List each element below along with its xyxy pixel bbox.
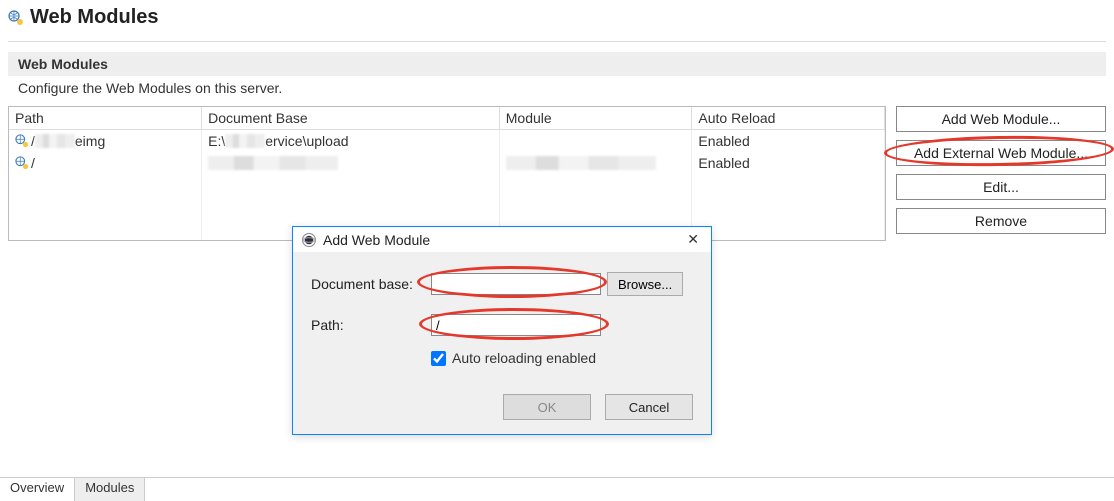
table-row[interactable]: /eimgE:\ervice\uploadEnabled	[9, 130, 885, 153]
browse-button[interactable]: Browse...	[607, 272, 683, 296]
col-module[interactable]: Module	[499, 107, 692, 130]
dialog-titlebar[interactable]: Add Web Module ✕	[293, 227, 711, 252]
table-row[interactable]	[9, 196, 885, 218]
col-docbase[interactable]: Document Base	[202, 107, 500, 130]
eclipse-icon	[301, 232, 317, 248]
table-header-row: Path Document Base Module Auto Reload	[9, 107, 885, 130]
cancel-button[interactable]: Cancel	[605, 394, 693, 420]
col-path[interactable]: Path	[9, 107, 202, 130]
table-row[interactable]: /Enabled	[9, 152, 885, 174]
footer-tabs: Overview Modules	[0, 477, 1114, 501]
section-description: Configure the Web Modules on this server…	[8, 76, 1106, 106]
section-header: Web Modules	[8, 52, 1106, 76]
add-web-module-dialog: Add Web Module ✕ Document base: Browse..…	[292, 226, 712, 435]
modules-table: Path Document Base Module Auto Reload /e…	[8, 106, 886, 241]
table-row[interactable]	[9, 174, 885, 196]
tab-overview[interactable]: Overview	[0, 478, 75, 501]
docbase-input[interactable]	[431, 273, 601, 295]
docbase-label: Document base:	[311, 276, 431, 292]
add-external-web-module-button[interactable]: Add External Web Module...	[896, 140, 1106, 166]
remove-button[interactable]: Remove	[896, 208, 1106, 234]
divider	[8, 41, 1106, 42]
auto-reload-label: Auto reloading enabled	[452, 350, 596, 366]
path-input[interactable]	[431, 314, 601, 336]
dialog-title: Add Web Module	[323, 232, 430, 248]
side-button-panel: Add Web Module... Add External Web Modul…	[896, 106, 1106, 241]
ok-button: OK	[503, 394, 591, 420]
page-title-text: Web Modules	[30, 6, 159, 29]
close-icon[interactable]: ✕	[683, 231, 703, 248]
web-module-icon	[8, 10, 24, 26]
add-web-module-button[interactable]: Add Web Module...	[896, 106, 1106, 132]
web-module-icon	[15, 134, 29, 148]
tab-modules[interactable]: Modules	[75, 478, 145, 501]
auto-reload-checkbox[interactable]	[431, 351, 446, 366]
web-module-icon	[15, 156, 29, 170]
col-reload[interactable]: Auto Reload	[692, 107, 885, 130]
edit-button[interactable]: Edit...	[896, 174, 1106, 200]
page-title: Web Modules	[0, 0, 1114, 41]
path-label: Path:	[311, 317, 431, 333]
